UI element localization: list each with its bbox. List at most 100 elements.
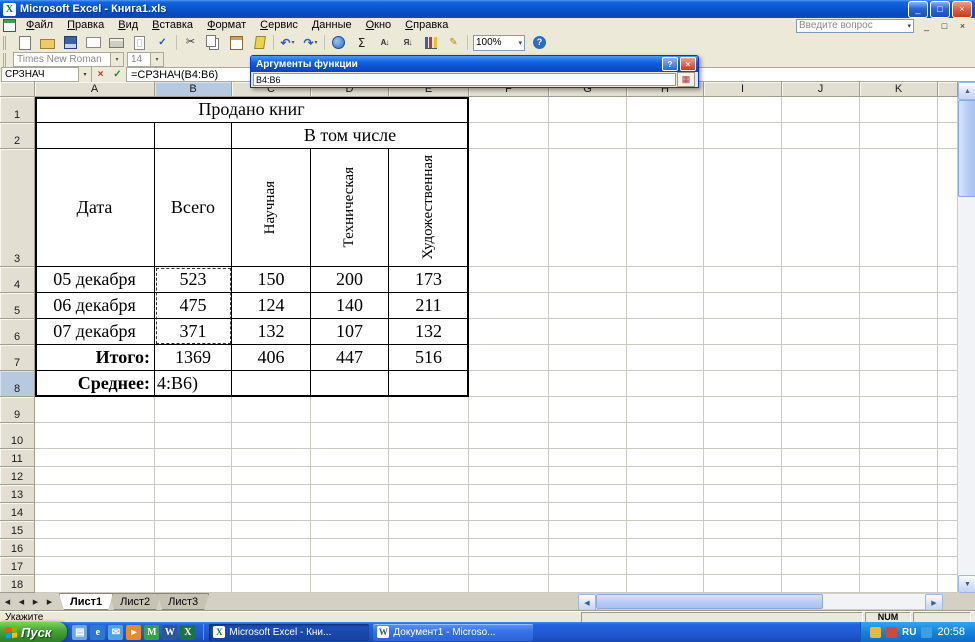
cell[interactable] — [860, 97, 938, 123]
cell[interactable] — [469, 467, 549, 485]
cell[interactable] — [860, 503, 938, 521]
cell[interactable] — [627, 521, 704, 539]
cell[interactable] — [469, 503, 549, 521]
row-header-18[interactable]: 18 — [0, 575, 35, 593]
tray-icon[interactable] — [921, 627, 932, 638]
cell[interactable] — [782, 467, 860, 485]
cell[interactable] — [35, 539, 155, 557]
row-header-9[interactable]: 9 — [0, 397, 35, 423]
mail-button[interactable] — [82, 33, 105, 53]
dropdown-arrow-icon[interactable]: ▾ — [315, 39, 318, 46]
scroll-up-button[interactable]: ▲ — [958, 82, 975, 100]
cell[interactable] — [549, 371, 627, 397]
cell-E4[interactable]: 173 — [389, 267, 469, 293]
cell[interactable] — [627, 539, 704, 557]
font-size-select[interactable]: 14 ▾ — [127, 52, 164, 67]
cell[interactable] — [549, 575, 627, 593]
chevron-down-icon[interactable]: ▾ — [907, 22, 911, 30]
cell[interactable] — [549, 293, 627, 319]
first-sheet-button[interactable]: ◀ — [1, 595, 14, 608]
cell[interactable] — [232, 503, 311, 521]
excel-icon[interactable]: X — [180, 625, 195, 640]
print-preview-button[interactable] — [128, 33, 151, 53]
column-header-J[interactable]: J — [782, 82, 860, 97]
open-button[interactable] — [36, 33, 59, 53]
cell[interactable] — [627, 319, 704, 345]
cell[interactable] — [232, 575, 311, 593]
cell[interactable] — [469, 521, 549, 539]
row-header-13[interactable]: 13 — [0, 485, 35, 503]
row-header-15[interactable]: 15 — [0, 521, 35, 539]
cell[interactable] — [860, 397, 938, 423]
cell[interactable] — [938, 503, 958, 521]
cell[interactable] — [35, 467, 155, 485]
cell[interactable] — [860, 575, 938, 593]
cell[interactable] — [938, 397, 958, 423]
cell[interactable] — [938, 575, 958, 593]
horizontal-scrollbar[interactable]: ◀ ▶ — [578, 594, 943, 609]
cell-A6[interactable]: 07 декабря — [35, 319, 155, 345]
cell[interactable] — [469, 485, 549, 503]
cell[interactable] — [704, 521, 782, 539]
cell[interactable] — [782, 267, 860, 293]
row-header-17[interactable]: 17 — [0, 557, 35, 575]
cell[interactable] — [549, 539, 627, 557]
cell[interactable] — [155, 423, 232, 449]
cell[interactable] — [938, 485, 958, 503]
cell[interactable] — [469, 123, 549, 149]
minimize-button[interactable]: _ — [908, 1, 928, 18]
cell[interactable] — [782, 449, 860, 467]
cell[interactable] — [469, 423, 549, 449]
cell[interactable] — [704, 575, 782, 593]
cell[interactable] — [549, 449, 627, 467]
menu-item-2[interactable]: Правка — [60, 18, 111, 33]
chevron-down-icon[interactable]: ▾ — [518, 39, 522, 47]
cell[interactable] — [704, 149, 782, 267]
cell[interactable] — [782, 539, 860, 557]
row-header-2[interactable]: 2 — [0, 123, 35, 149]
cell[interactable] — [627, 503, 704, 521]
cell-A1-title[interactable]: Продано книг — [35, 97, 469, 123]
cell[interactable] — [782, 293, 860, 319]
chart-wizard-button[interactable] — [419, 33, 442, 53]
cell[interactable] — [860, 267, 938, 293]
cell[interactable] — [860, 467, 938, 485]
new-button[interactable] — [13, 33, 36, 53]
cell[interactable] — [469, 575, 549, 593]
cell[interactable] — [389, 485, 469, 503]
cell[interactable] — [35, 485, 155, 503]
cell[interactable] — [704, 485, 782, 503]
row-header-14[interactable]: 14 — [0, 503, 35, 521]
vertical-scroll-thumb[interactable] — [958, 100, 975, 197]
msn-messenger-icon[interactable]: M — [144, 625, 159, 640]
cell[interactable] — [627, 123, 704, 149]
cell[interactable] — [938, 319, 958, 345]
cell[interactable] — [860, 521, 938, 539]
cell-D4[interactable]: 200 — [311, 267, 389, 293]
close-button[interactable]: × — [952, 1, 972, 18]
cell-D3-header-technical[interactable]: Техническая — [311, 149, 389, 267]
cell[interactable] — [860, 293, 938, 319]
cell[interactable] — [782, 557, 860, 575]
cell[interactable] — [311, 449, 389, 467]
cell[interactable] — [782, 123, 860, 149]
cell-C2-subtitle[interactable]: В том числе — [232, 123, 469, 149]
menu-item-6[interactable]: Сервис — [253, 18, 305, 33]
cell[interactable] — [704, 557, 782, 575]
cell[interactable] — [155, 397, 232, 423]
cell[interactable] — [627, 467, 704, 485]
cell-A3-header-date[interactable]: Дата — [35, 149, 155, 267]
cell[interactable] — [627, 267, 704, 293]
cell[interactable] — [311, 503, 389, 521]
vertical-scroll-track[interactable] — [958, 100, 975, 575]
cell[interactable] — [627, 575, 704, 593]
cell-E8[interactable] — [389, 371, 469, 397]
cell[interactable] — [938, 267, 958, 293]
menu-item-3[interactable]: Вид — [111, 18, 145, 33]
format-painter-button[interactable] — [248, 33, 271, 53]
cell[interactable] — [549, 97, 627, 123]
cell[interactable] — [938, 293, 958, 319]
cell[interactable] — [704, 503, 782, 521]
cell[interactable] — [704, 293, 782, 319]
cell-C6[interactable]: 132 — [232, 319, 311, 345]
